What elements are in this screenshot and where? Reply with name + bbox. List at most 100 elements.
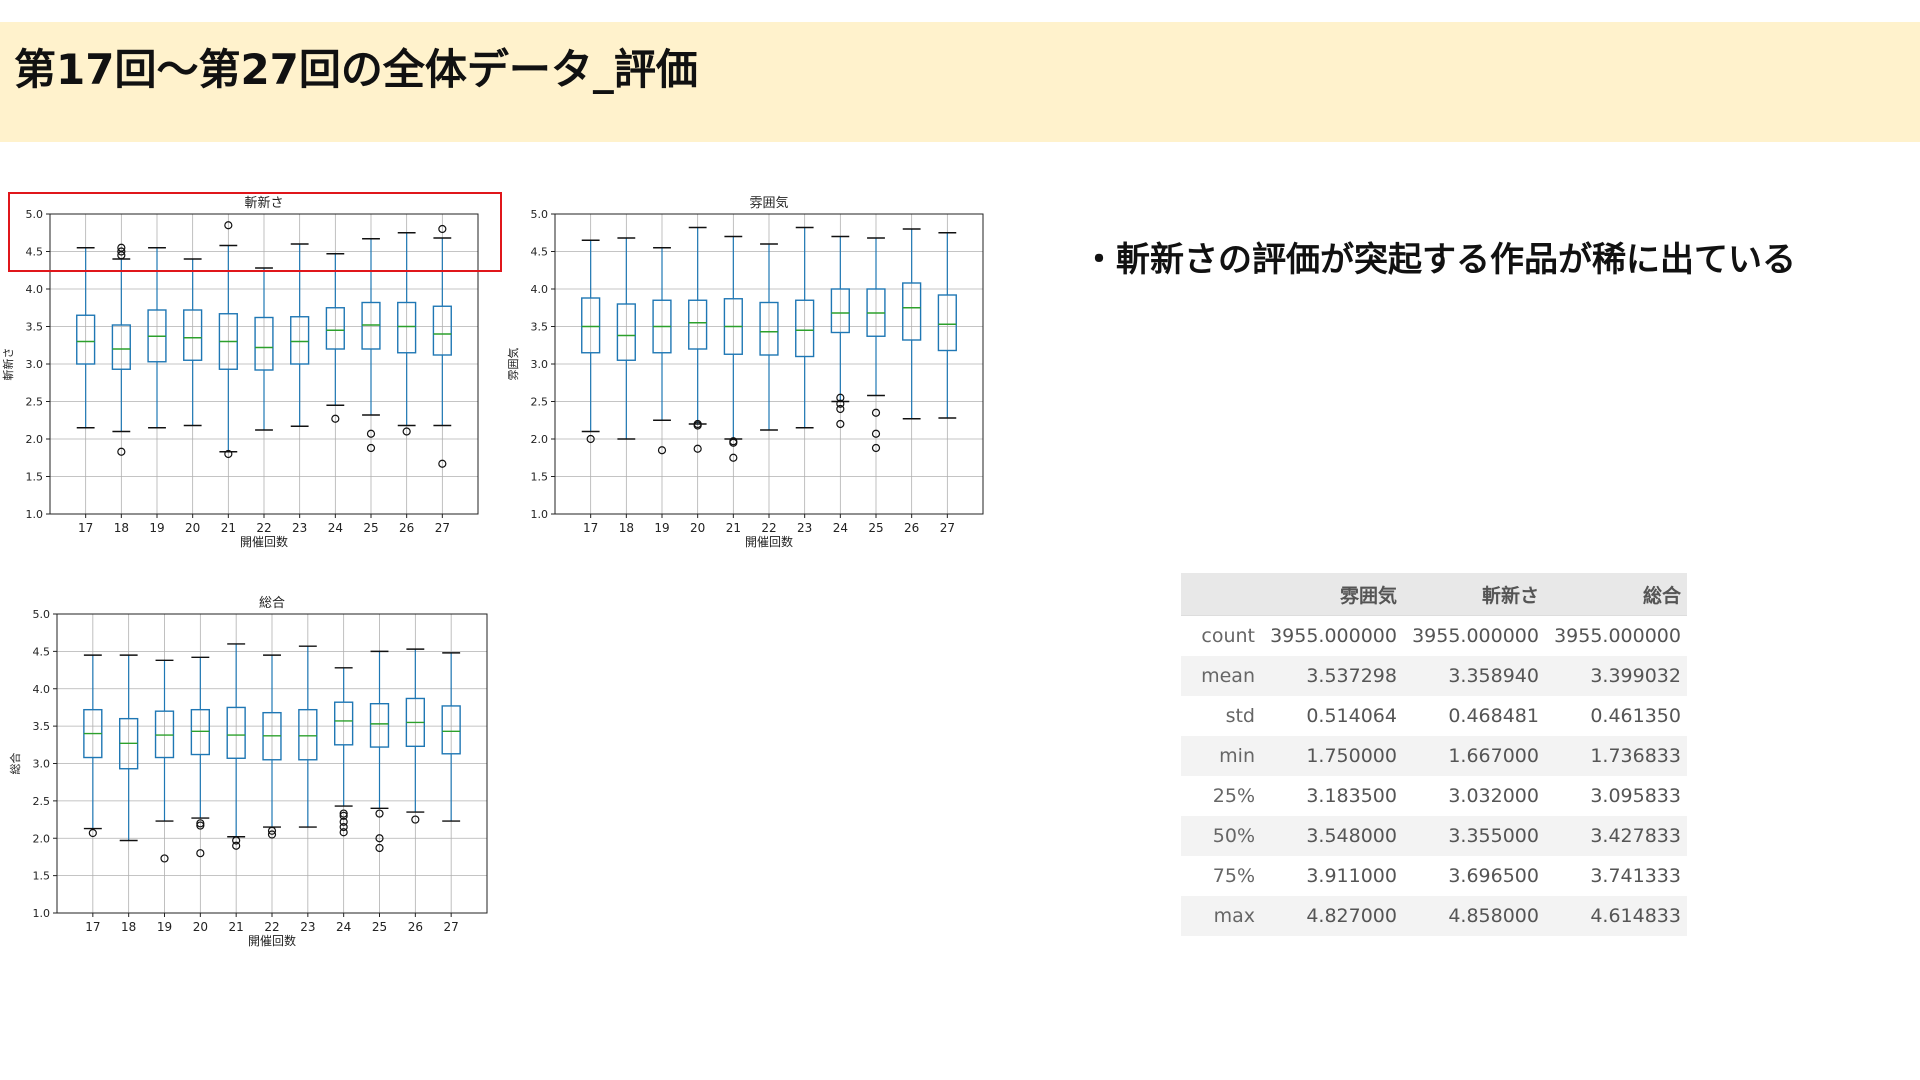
stats-row-label: std [1225, 705, 1255, 727]
stats-row-label: 75% [1212, 865, 1255, 887]
x-tick-label: 21 [221, 521, 236, 535]
stats-cell: 3955.000000 [1270, 625, 1397, 647]
stats-header-row: 雰囲気 斬新さ 総合 [1181, 573, 1687, 616]
y-tick-label: 5.0 [531, 208, 549, 221]
y-tick-label: 1.0 [531, 508, 549, 521]
y-tick-label: 2.0 [531, 433, 549, 446]
x-tick-label: 18 [114, 521, 129, 535]
x-tick-label: 26 [408, 920, 423, 934]
stats-cell: 0.514064 [1306, 705, 1397, 727]
stats-cell: 3955.000000 [1412, 625, 1539, 647]
stats-cell: 3.183500 [1306, 785, 1397, 807]
y-tick-label: 2.5 [531, 396, 549, 409]
stats-cell: 3955.000000 [1554, 625, 1681, 647]
y-tick-label: 1.5 [531, 471, 549, 484]
stats-row: 75% 3.911000 3.696500 3.741333 [1181, 856, 1687, 896]
x-tick-label: 18 [121, 920, 136, 934]
x-tick-label: 20 [185, 521, 200, 535]
y-tick-label: 3.0 [26, 358, 44, 371]
stats-cell: 1.667000 [1403, 736, 1545, 776]
stats-cell: 4.614833 [1545, 896, 1687, 936]
x-tick-label: 19 [149, 521, 164, 535]
slide-title: 第17回〜第27回の全体データ_評価 [14, 45, 698, 94]
stats-cell: 0.468481 [1448, 705, 1539, 727]
stats-row: 25% 3.183500 3.032000 3.095833 [1181, 776, 1687, 816]
highlight-box [8, 192, 502, 272]
x-tick-label: 17 [583, 521, 598, 535]
stats-cell: 1.750000 [1261, 736, 1403, 776]
x-tick-label: 21 [726, 521, 741, 535]
stats-row-label: min [1181, 736, 1261, 776]
stats-cell: 3.537298 [1261, 656, 1403, 696]
y-tick-label: 4.0 [531, 283, 549, 296]
x-tick-label: 22 [761, 521, 776, 535]
x-tick-label: 21 [229, 920, 244, 934]
x-axis-label: 開催回数 [240, 534, 288, 549]
stats-cell: 3.696500 [1448, 865, 1539, 887]
x-tick-label: 23 [292, 521, 307, 535]
x-tick-label: 20 [690, 521, 705, 535]
x-tick-label: 19 [654, 521, 669, 535]
stats-cell: 3.358940 [1403, 656, 1545, 696]
x-tick-label: 17 [78, 521, 93, 535]
stats-row: count 3955.000000 3955.000000 3955.000000 [1181, 616, 1687, 657]
x-tick-label: 18 [619, 521, 634, 535]
y-tick-label: 4.0 [26, 283, 44, 296]
stats-cell: 4.858000 [1403, 896, 1545, 936]
y-tick-label: 1.5 [26, 471, 44, 484]
y-tick-label: 3.0 [531, 358, 549, 371]
stats-cell: 3.427833 [1545, 816, 1687, 856]
stats-row: 50% 3.548000 3.355000 3.427833 [1181, 816, 1687, 856]
stats-header-index [1181, 573, 1261, 616]
y-tick-label: 5.0 [33, 608, 51, 621]
x-tick-label: 25 [868, 521, 883, 535]
y-axis-label: 雰囲気 [506, 348, 520, 381]
stats-row: std 0.514064 0.468481 0.461350 [1181, 696, 1687, 736]
y-tick-label: 3.5 [531, 321, 549, 334]
y-tick-label: 4.5 [531, 246, 549, 259]
x-tick-label: 27 [435, 521, 450, 535]
stats-row: mean 3.537298 3.358940 3.399032 [1181, 656, 1687, 696]
y-tick-label: 3.5 [33, 720, 51, 733]
y-tick-label: 4.0 [33, 683, 51, 696]
stats-cell: 3.032000 [1448, 785, 1539, 807]
stats-cell: 1.736833 [1545, 736, 1687, 776]
stats-row-label: 50% [1181, 816, 1261, 856]
y-axis-label: 斬新さ [1, 348, 15, 381]
x-tick-label: 22 [256, 521, 271, 535]
box-plot-funiki: 1.0 1.5 2.0 2.5 3.0 3.5 4.0 4.5 5.0 17 18 19 20 21 22 2… [506, 195, 984, 549]
box-plot-sogo: 1.0 1.5 2.0 2.5 3.0 3.5 4.0 4.5 5.0 17 18 19 20 21 22 2… [8, 596, 488, 948]
stats-header-funiki: 雰囲気 [1261, 573, 1403, 616]
x-tick-label: 26 [399, 521, 414, 535]
stats-row-label: count [1201, 625, 1255, 647]
chart-title: 総合 [259, 596, 285, 611]
x-tick-label: 20 [193, 920, 208, 934]
stats-table: 雰囲気 斬新さ 総合 count 3955.000000 3955.000000 39… [1181, 573, 1687, 936]
stats-row: min 1.750000 1.667000 1.736833 [1181, 736, 1687, 776]
stats-cell: 3.095833 [1590, 785, 1681, 807]
x-axis-label: 開催回数 [745, 534, 793, 549]
x-tick-label: 23 [797, 521, 812, 535]
x-tick-label: 27 [444, 920, 459, 934]
y-tick-label: 1.5 [33, 870, 51, 883]
stats-cell: 3.355000 [1403, 816, 1545, 856]
stats-cell: 3.741333 [1590, 865, 1681, 887]
y-tick-label: 1.0 [33, 907, 51, 920]
x-tick-label: 24 [336, 920, 351, 934]
y-tick-label: 1.0 [26, 508, 44, 521]
y-tick-label: 3.0 [33, 758, 51, 771]
stats-row-label: max [1181, 896, 1261, 936]
x-tick-label: 17 [85, 920, 100, 934]
y-tick-label: 4.5 [33, 645, 51, 658]
stats-cell: 3.548000 [1261, 816, 1403, 856]
x-tick-label: 25 [372, 920, 387, 934]
x-axis-label: 開催回数 [248, 933, 296, 948]
chart-title: 雰囲気 [749, 195, 788, 211]
x-tick-label: 25 [363, 521, 378, 535]
stats-row-label: mean [1181, 656, 1261, 696]
y-tick-label: 2.0 [33, 832, 51, 845]
stats-cell: 3.911000 [1306, 865, 1397, 887]
x-tick-label: 24 [328, 521, 343, 535]
stats-cell: 4.827000 [1261, 896, 1403, 936]
x-tick-label: 22 [264, 920, 279, 934]
